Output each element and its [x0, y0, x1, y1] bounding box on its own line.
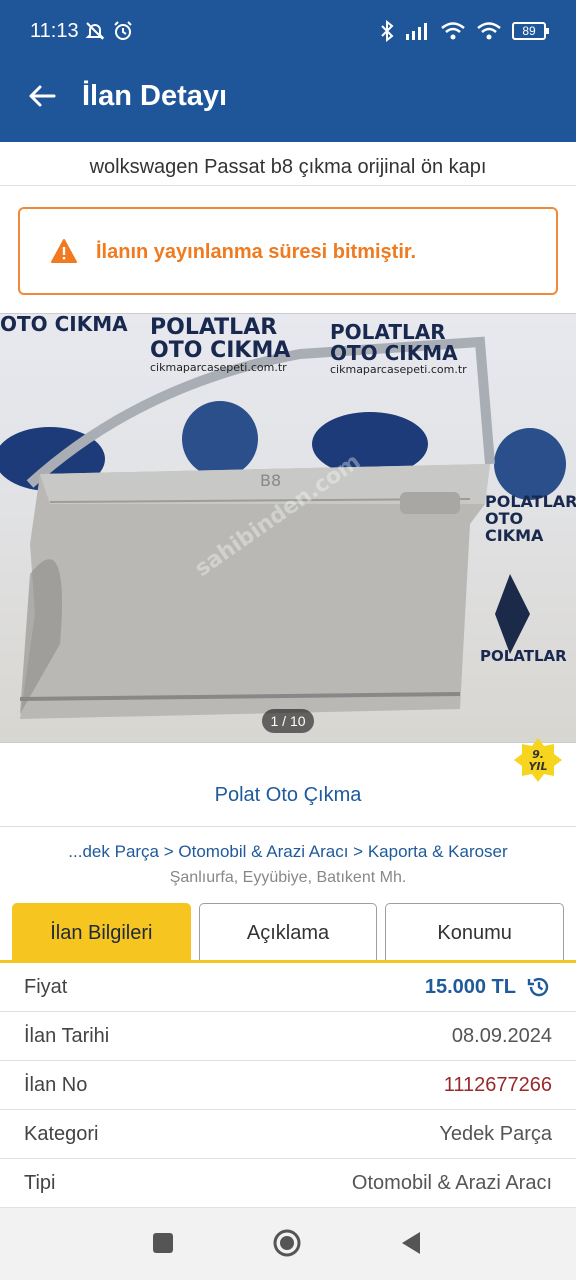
info-label: Tipi: [24, 1171, 56, 1194]
warning-text: İlanın yayınlanma süresi bitmiştir.: [96, 241, 417, 263]
info-row-date: İlan Tarihi 08.09.2024: [0, 1012, 576, 1061]
status-time: 11:13: [30, 20, 79, 42]
watermark-logo-3: OTO CIKMA: [0, 314, 128, 335]
listing-photo[interactable]: B8 POLATLAR OTO CIKMA cikmaparcasepeti.c…: [0, 313, 576, 743]
info-label: İlan Tarihi: [24, 1024, 110, 1047]
svg-text:B8: B8: [260, 471, 281, 490]
tab-listing-info[interactable]: İlan Bilgileri: [12, 903, 191, 961]
info-row-listing-no: İlan No 1112677266: [0, 1061, 576, 1110]
logo-brand-line2: OTO CIKMA: [330, 341, 458, 365]
battery-indicator: 89: [512, 22, 549, 40]
status-bar: 11:13 89: [0, 0, 576, 62]
warning-icon: [51, 239, 77, 263]
bluetooth-icon: [381, 20, 394, 42]
mute-bell-icon: [85, 22, 105, 40]
back-arrow-icon[interactable]: [26, 80, 58, 112]
system-nav-bar: [0, 1208, 576, 1280]
price-value-group[interactable]: 15.000 TL: [425, 974, 552, 1000]
history-icon[interactable]: [526, 974, 552, 1000]
info-value: Otomobil & Arazi Aracı: [351, 1171, 552, 1194]
logo-brand-line2: OTO CIKMA: [150, 338, 291, 364]
signal-icon: [406, 23, 427, 40]
category-breadcrumb[interactable]: ...dek Parça > Otomobil & Arazi Aracı > …: [0, 842, 576, 862]
app-header: 11:13 89 İlan Detayı: [0, 0, 576, 142]
years-badge-icon: 9. YIL: [514, 738, 562, 782]
seller-name-link[interactable]: Polat Oto Çıkma: [0, 784, 576, 807]
tab-location[interactable]: Konumu: [385, 903, 565, 961]
status-right-icons: 89: [380, 20, 549, 42]
info-table: Fiyat 15.000 TL İlan Tarihi 08.09.2024 İ…: [0, 963, 576, 1208]
photo-counter: 1 / 10: [262, 709, 314, 733]
divider: [0, 826, 576, 827]
svg-text:YIL: YIL: [528, 760, 547, 773]
logo-brand-line2: OTO CIKMA: [0, 313, 128, 336]
logo-site: cikmaparcasepeti.com.tr: [150, 361, 287, 375]
nav-home-icon[interactable]: [272, 1228, 302, 1258]
watermark-logo: POLATLAR OTO CIKMA cikmaparcasepeti.com.…: [150, 316, 290, 374]
watermark-logo-5: POLATLAR: [480, 647, 567, 665]
location-text: Şanlıurfa, Eyyübiye, Batıkent Mh.: [169, 869, 407, 886]
watermark-logo-2: POLATLAR OTO CIKMA cikmaparcasepeti.com.…: [330, 322, 467, 376]
wifi-icon-2: [477, 22, 501, 40]
info-row-category: Kategori Yedek Parça: [0, 1110, 576, 1159]
alarm-icon: [114, 21, 132, 40]
logo-brand-line1: POLATLAR: [150, 315, 278, 340]
info-value: Yedek Parça: [439, 1122, 552, 1145]
info-row-type: Tipi Otomobil & Arazi Aracı: [0, 1159, 576, 1208]
nav-back-icon[interactable]: [396, 1228, 426, 1258]
info-label: İlan No: [24, 1073, 88, 1096]
logo-brand-line1: POLATLAR: [480, 647, 567, 665]
logo-brand-line2: OTO CIKMA: [485, 508, 544, 545]
info-label: Kategori: [24, 1122, 99, 1145]
info-row-price: Fiyat 15.000 TL: [0, 963, 576, 1012]
logo-site: cikmaparcasepeti.com.tr: [330, 363, 467, 376]
expired-warning-box: İlanın yayınlanma süresi bitmiştir.: [18, 207, 558, 295]
info-value: 1112677266: [443, 1073, 552, 1096]
price-value: 15.000 TL: [424, 975, 516, 998]
nav-recents-icon[interactable]: [148, 1228, 178, 1258]
status-left-icons: [84, 20, 134, 42]
watermark-logo-4: POLATLAR OTO CIKMA: [485, 493, 576, 545]
info-label: Fiyat: [24, 975, 68, 998]
wifi-icon: [441, 22, 465, 40]
info-value: 08.09.2024: [451, 1024, 552, 1047]
tab-description[interactable]: Açıklama: [198, 903, 378, 961]
detail-tabs: İlan Bilgileri Açıklama Konumu: [12, 903, 565, 961]
listing-title: wolkswagen Passat b8 çıkma orijinal ön k…: [0, 142, 576, 186]
page-title: İlan Detayı: [82, 80, 228, 112]
